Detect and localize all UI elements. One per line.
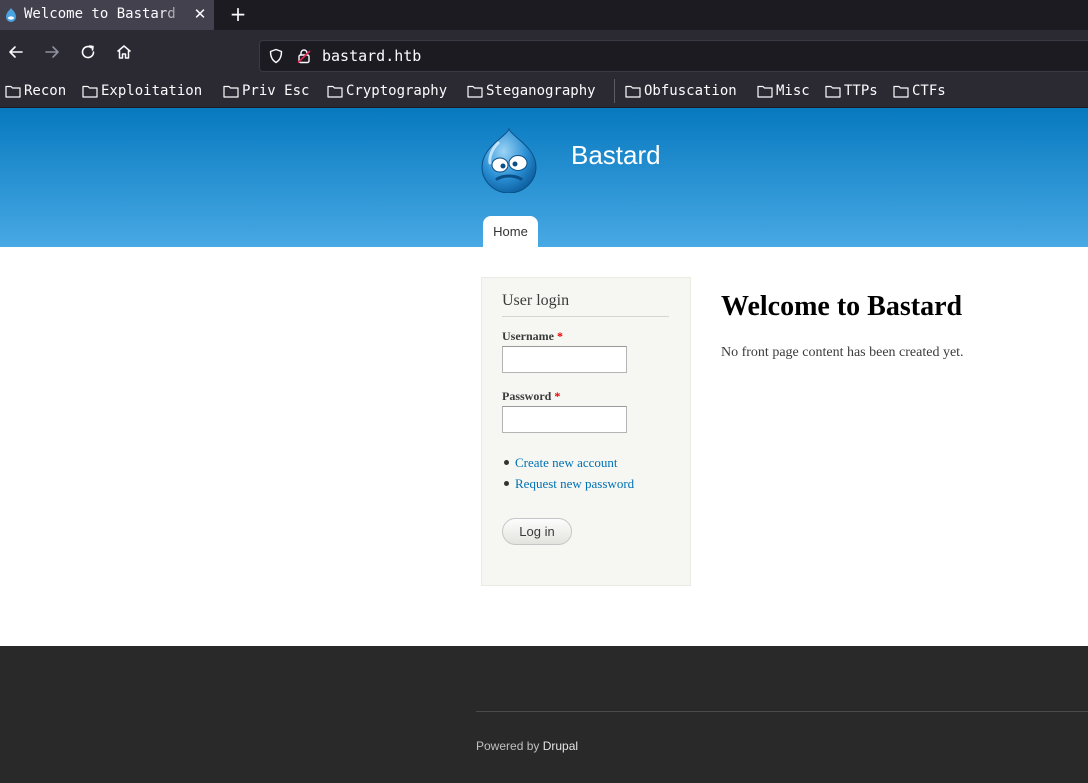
home-icon[interactable] xyxy=(114,42,134,62)
list-item: Request new password xyxy=(502,473,634,494)
required-marker: * xyxy=(554,389,561,403)
drupal-link[interactable]: Drupal xyxy=(543,739,578,753)
bookmark-folder-cryptography[interactable]: Cryptography xyxy=(327,82,447,100)
folder-icon xyxy=(467,85,483,98)
shield-icon[interactable] xyxy=(268,48,284,64)
url-bar[interactable]: bastard.htb xyxy=(259,40,1088,72)
back-arrow-icon[interactable] xyxy=(6,42,26,62)
plus-icon[interactable]: + xyxy=(228,4,248,24)
folder-icon xyxy=(625,85,641,98)
front-page-message: No front page content has been created y… xyxy=(721,345,964,360)
folder-icon xyxy=(893,85,909,98)
folder-icon xyxy=(223,85,239,98)
bookmark-folder-exploitation[interactable]: Exploitation xyxy=(82,82,202,100)
drupal-favicon-icon xyxy=(6,8,16,22)
browser-tab-active[interactable]: Welcome to Bastard ✕ xyxy=(0,0,214,30)
nav-tab-home[interactable]: Home xyxy=(483,216,538,247)
url-text[interactable]: bastard.htb xyxy=(322,47,421,65)
page-title: Welcome to Bastard xyxy=(721,291,963,322)
password-input[interactable] xyxy=(502,406,627,433)
folder-icon xyxy=(825,85,841,98)
username-label: Username * xyxy=(502,329,563,343)
bookmark-folder-ttps[interactable]: TTPs xyxy=(825,82,878,100)
login-links-list: Create new account Request new password xyxy=(502,452,634,494)
drupal-logo[interactable] xyxy=(478,127,540,193)
site-name[interactable]: Bastard xyxy=(571,140,661,171)
tab-bar: Welcome to Bastard ✕ + xyxy=(0,0,1088,30)
create-account-link[interactable]: Create new account xyxy=(515,455,618,470)
password-label: Password * xyxy=(502,389,561,403)
reload-icon[interactable] xyxy=(78,42,98,62)
bookmark-folder-steganography[interactable]: Steganography xyxy=(467,82,596,100)
required-marker: * xyxy=(556,329,563,343)
forward-arrow-icon[interactable] xyxy=(42,42,62,62)
user-login-title: User login xyxy=(502,292,669,317)
bookmark-folder-obfuscation[interactable]: Obfuscation xyxy=(625,82,737,100)
bookmark-folder-recon[interactable]: Recon xyxy=(5,82,66,100)
folder-icon xyxy=(327,85,343,98)
site-header xyxy=(0,108,1088,247)
username-input[interactable] xyxy=(502,346,627,373)
bookmark-folder-ctfs[interactable]: CTFs xyxy=(893,82,946,100)
site-footer xyxy=(0,646,1088,783)
powered-by: Powered by Drupal xyxy=(476,739,579,753)
folder-icon xyxy=(82,85,98,98)
folder-icon xyxy=(5,85,21,98)
bookmark-folder-misc[interactable]: Misc xyxy=(757,82,810,100)
list-item: Create new account xyxy=(502,452,634,473)
bookmarks-separator xyxy=(614,79,615,103)
bookmark-folder-priv-esc[interactable]: Priv Esc xyxy=(223,82,309,100)
lock-icon[interactable] xyxy=(296,48,312,64)
folder-icon xyxy=(757,85,773,98)
log-in-button[interactable]: Log in xyxy=(502,518,572,545)
request-password-link[interactable]: Request new password xyxy=(515,476,634,491)
footer-divider xyxy=(476,711,1088,712)
close-icon[interactable]: ✕ xyxy=(192,6,208,22)
